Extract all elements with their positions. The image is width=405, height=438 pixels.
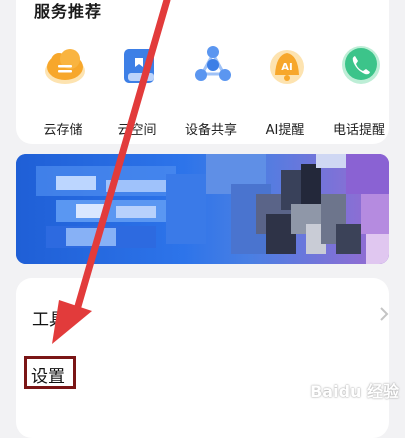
service-cloud-storage[interactable]: 云存储: [26, 41, 100, 138]
service-label: 云空间: [117, 123, 157, 138]
service-cloud-space[interactable]: 云空间: [100, 41, 174, 138]
ai-bell-icon: AI: [270, 50, 304, 84]
promo-banner[interactable]: [16, 154, 389, 264]
service-ai-reminder[interactable]: AI AI提醒: [248, 41, 322, 138]
service-label: 电话提醒: [332, 123, 385, 138]
service-label: AI提醒: [265, 123, 305, 138]
svg-text:AI: AI: [281, 62, 292, 73]
service-device-share[interactable]: 设备共享: [174, 41, 248, 138]
services-card: 服务推荐 云存储 云空间 设备共享 AI AI提醒 电话提醒: [16, 0, 389, 144]
baidu-watermark: Baidu 经验: [310, 382, 399, 401]
phone-icon: [342, 46, 380, 84]
cloud-storage-icon: [45, 49, 85, 84]
service-phone-reminder[interactable]: 电话提醒: [322, 41, 396, 138]
chevron-right-icon[interactable]: [379, 306, 389, 322]
settings-highlight-box: [24, 356, 76, 389]
service-label: 云存储: [43, 123, 83, 138]
service-label: 设备共享: [184, 123, 237, 138]
book-icon: [124, 49, 154, 83]
share-nodes-icon: [195, 46, 231, 81]
tools-row-label[interactable]: 工具: [32, 305, 66, 330]
services-title: 服务推荐: [34, 2, 103, 21]
